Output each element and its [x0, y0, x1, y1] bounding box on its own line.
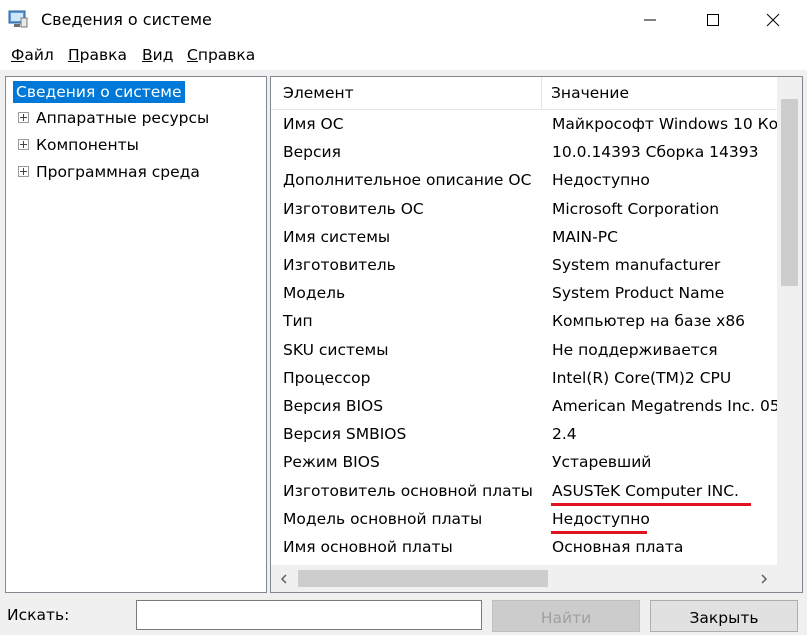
table-row[interactable]: SKU системы Не поддерживается [271, 337, 777, 365]
tree-item-hardware-resources[interactable]: Аппаратные ресурсы [18, 107, 209, 129]
search-label: Искать: [7, 606, 70, 624]
row-element-name: Изготовитель основной платы [283, 481, 533, 500]
tree-item-software-environment[interactable]: Программная среда [18, 161, 200, 183]
table-row[interactable]: Изготовитель основной платы ASUSTeK Compu… [271, 478, 777, 506]
row-element-value: 10.0.14393 Сборка 14393 [552, 143, 759, 162]
table-row[interactable]: Версия SMBIOS 2.4 [271, 421, 777, 449]
row-element-value: Intel(R) Core(TM)2 CPU [552, 368, 732, 387]
row-element-name: Модель основной платы [283, 509, 483, 528]
scrollbar-corner [777, 565, 802, 592]
row-element-name: Режим BIOS [283, 453, 380, 472]
category-tree: Сведения о системе Аппаратные ресурсы Ко… [5, 76, 267, 593]
menu-edit[interactable]: Правка [68, 46, 127, 64]
row-element-value: Недоступно [552, 509, 650, 528]
red-highlight-underline [551, 530, 647, 534]
row-element-value: Компьютер на базе x86 [552, 312, 746, 331]
row-element-name: Версия BIOS [283, 397, 384, 415]
table-row[interactable]: Модель основной платы Недоступно [271, 506, 777, 534]
table-row[interactable]: Изготовитель System manufacturer [271, 252, 777, 280]
row-element-value: Microsoft Corporation [552, 199, 720, 218]
scroll-right-icon[interactable] [760, 574, 768, 584]
system-info-app-icon [8, 10, 28, 28]
row-element-value: Недоступно [552, 171, 650, 190]
row-element-value: ASUSTeK Computer INC. [552, 481, 739, 500]
table-row[interactable]: Изготовитель ОС Microsoft Corporation [271, 196, 777, 224]
minimize-button[interactable] [627, 0, 673, 40]
table-row[interactable]: Процессор Intel(R) Core(TM)2 CPU [271, 365, 777, 393]
row-element-name: Версия [283, 143, 341, 162]
search-input[interactable] [136, 600, 482, 630]
expand-icon[interactable] [18, 166, 29, 177]
maximize-icon [707, 14, 719, 26]
row-element-value: Основная плата [552, 538, 684, 556]
table-row[interactable]: Имя основной платы Основная плата [271, 534, 777, 562]
tree-item-system-summary[interactable]: Сведения о системе [13, 81, 185, 103]
menu-bar: Файл Правка Вид Справка [0, 40, 807, 70]
details-list: Элемент Значение Имя ОС Майкрософт Window… [270, 76, 803, 593]
table-row[interactable]: Имя ОС Майкрософт Windows 10 Ко [271, 111, 777, 139]
vertical-scrollbar[interactable] [777, 77, 802, 573]
row-element-name: Версия SMBIOS [283, 425, 407, 444]
table-row[interactable]: Версия 10.0.14393 Сборка 14393 [271, 139, 777, 167]
row-element-value: 2.4 [552, 425, 577, 444]
close-button[interactable]: Закрыть [650, 600, 798, 632]
row-element-value: Майкрософт Windows 10 Ко [552, 115, 777, 133]
row-element-name: SKU системы [283, 340, 389, 359]
row-element-name: Имя основной платы [283, 538, 453, 556]
expand-icon[interactable] [18, 112, 29, 123]
vertical-scroll-thumb[interactable] [781, 99, 798, 286]
list-header: Элемент Значение [271, 77, 777, 110]
row-element-name: Имя ОС [283, 115, 344, 133]
menu-file[interactable]: Файл [11, 46, 54, 64]
table-row[interactable]: Имя системы MAIN-PC [271, 224, 777, 252]
row-element-name: Изготовитель [283, 256, 396, 274]
column-header-value[interactable]: Значение [551, 84, 629, 102]
table-row[interactable]: Тип Компьютер на базе x86 [271, 308, 777, 336]
row-element-value: MAIN-PC [552, 227, 618, 246]
row-element-name: Изготовитель ОС [283, 199, 424, 218]
menu-view[interactable]: Вид [142, 46, 173, 64]
horizontal-scrollbar[interactable] [271, 565, 777, 592]
minimize-icon [644, 19, 656, 21]
close-window-button[interactable] [750, 0, 796, 40]
table-row[interactable]: Модель System Product Name [271, 280, 777, 308]
maximize-button[interactable] [690, 0, 736, 40]
expand-icon[interactable] [18, 139, 29, 150]
table-row[interactable]: Дополнительное описание ОС Недоступно [271, 167, 777, 195]
scroll-left-icon[interactable] [280, 574, 288, 584]
row-element-value: Устаревший [552, 453, 652, 472]
row-element-name: Процессор [283, 368, 371, 387]
row-element-name: Имя системы [283, 227, 391, 246]
row-element-name: Дополнительное описание ОС [283, 171, 532, 190]
horizontal-scroll-thumb[interactable] [298, 570, 548, 587]
row-element-name: Тип [283, 312, 313, 331]
table-row[interactable]: Версия BIOS American Megatrends Inc. 05 [271, 393, 777, 421]
red-highlight-underline [551, 502, 751, 506]
close-icon [766, 13, 780, 27]
find-button[interactable]: Найти [492, 600, 640, 632]
tree-item-components[interactable]: Компоненты [18, 134, 139, 156]
row-element-name: Модель [283, 284, 346, 303]
menu-help[interactable]: Справка [187, 46, 255, 64]
table-row[interactable]: Режим BIOS Устаревший [271, 449, 777, 477]
row-element-value: System Product Name [552, 284, 725, 303]
row-element-value: American Megatrends Inc. 05 [552, 397, 777, 415]
row-element-value: System manufacturer [552, 256, 721, 274]
window-title: Сведения о системе [41, 10, 212, 29]
column-divider[interactable] [541, 77, 542, 109]
title-bar: Сведения о системе [0, 0, 807, 40]
row-element-value: Не поддерживается [552, 340, 718, 359]
column-header-element[interactable]: Элемент [283, 84, 354, 102]
